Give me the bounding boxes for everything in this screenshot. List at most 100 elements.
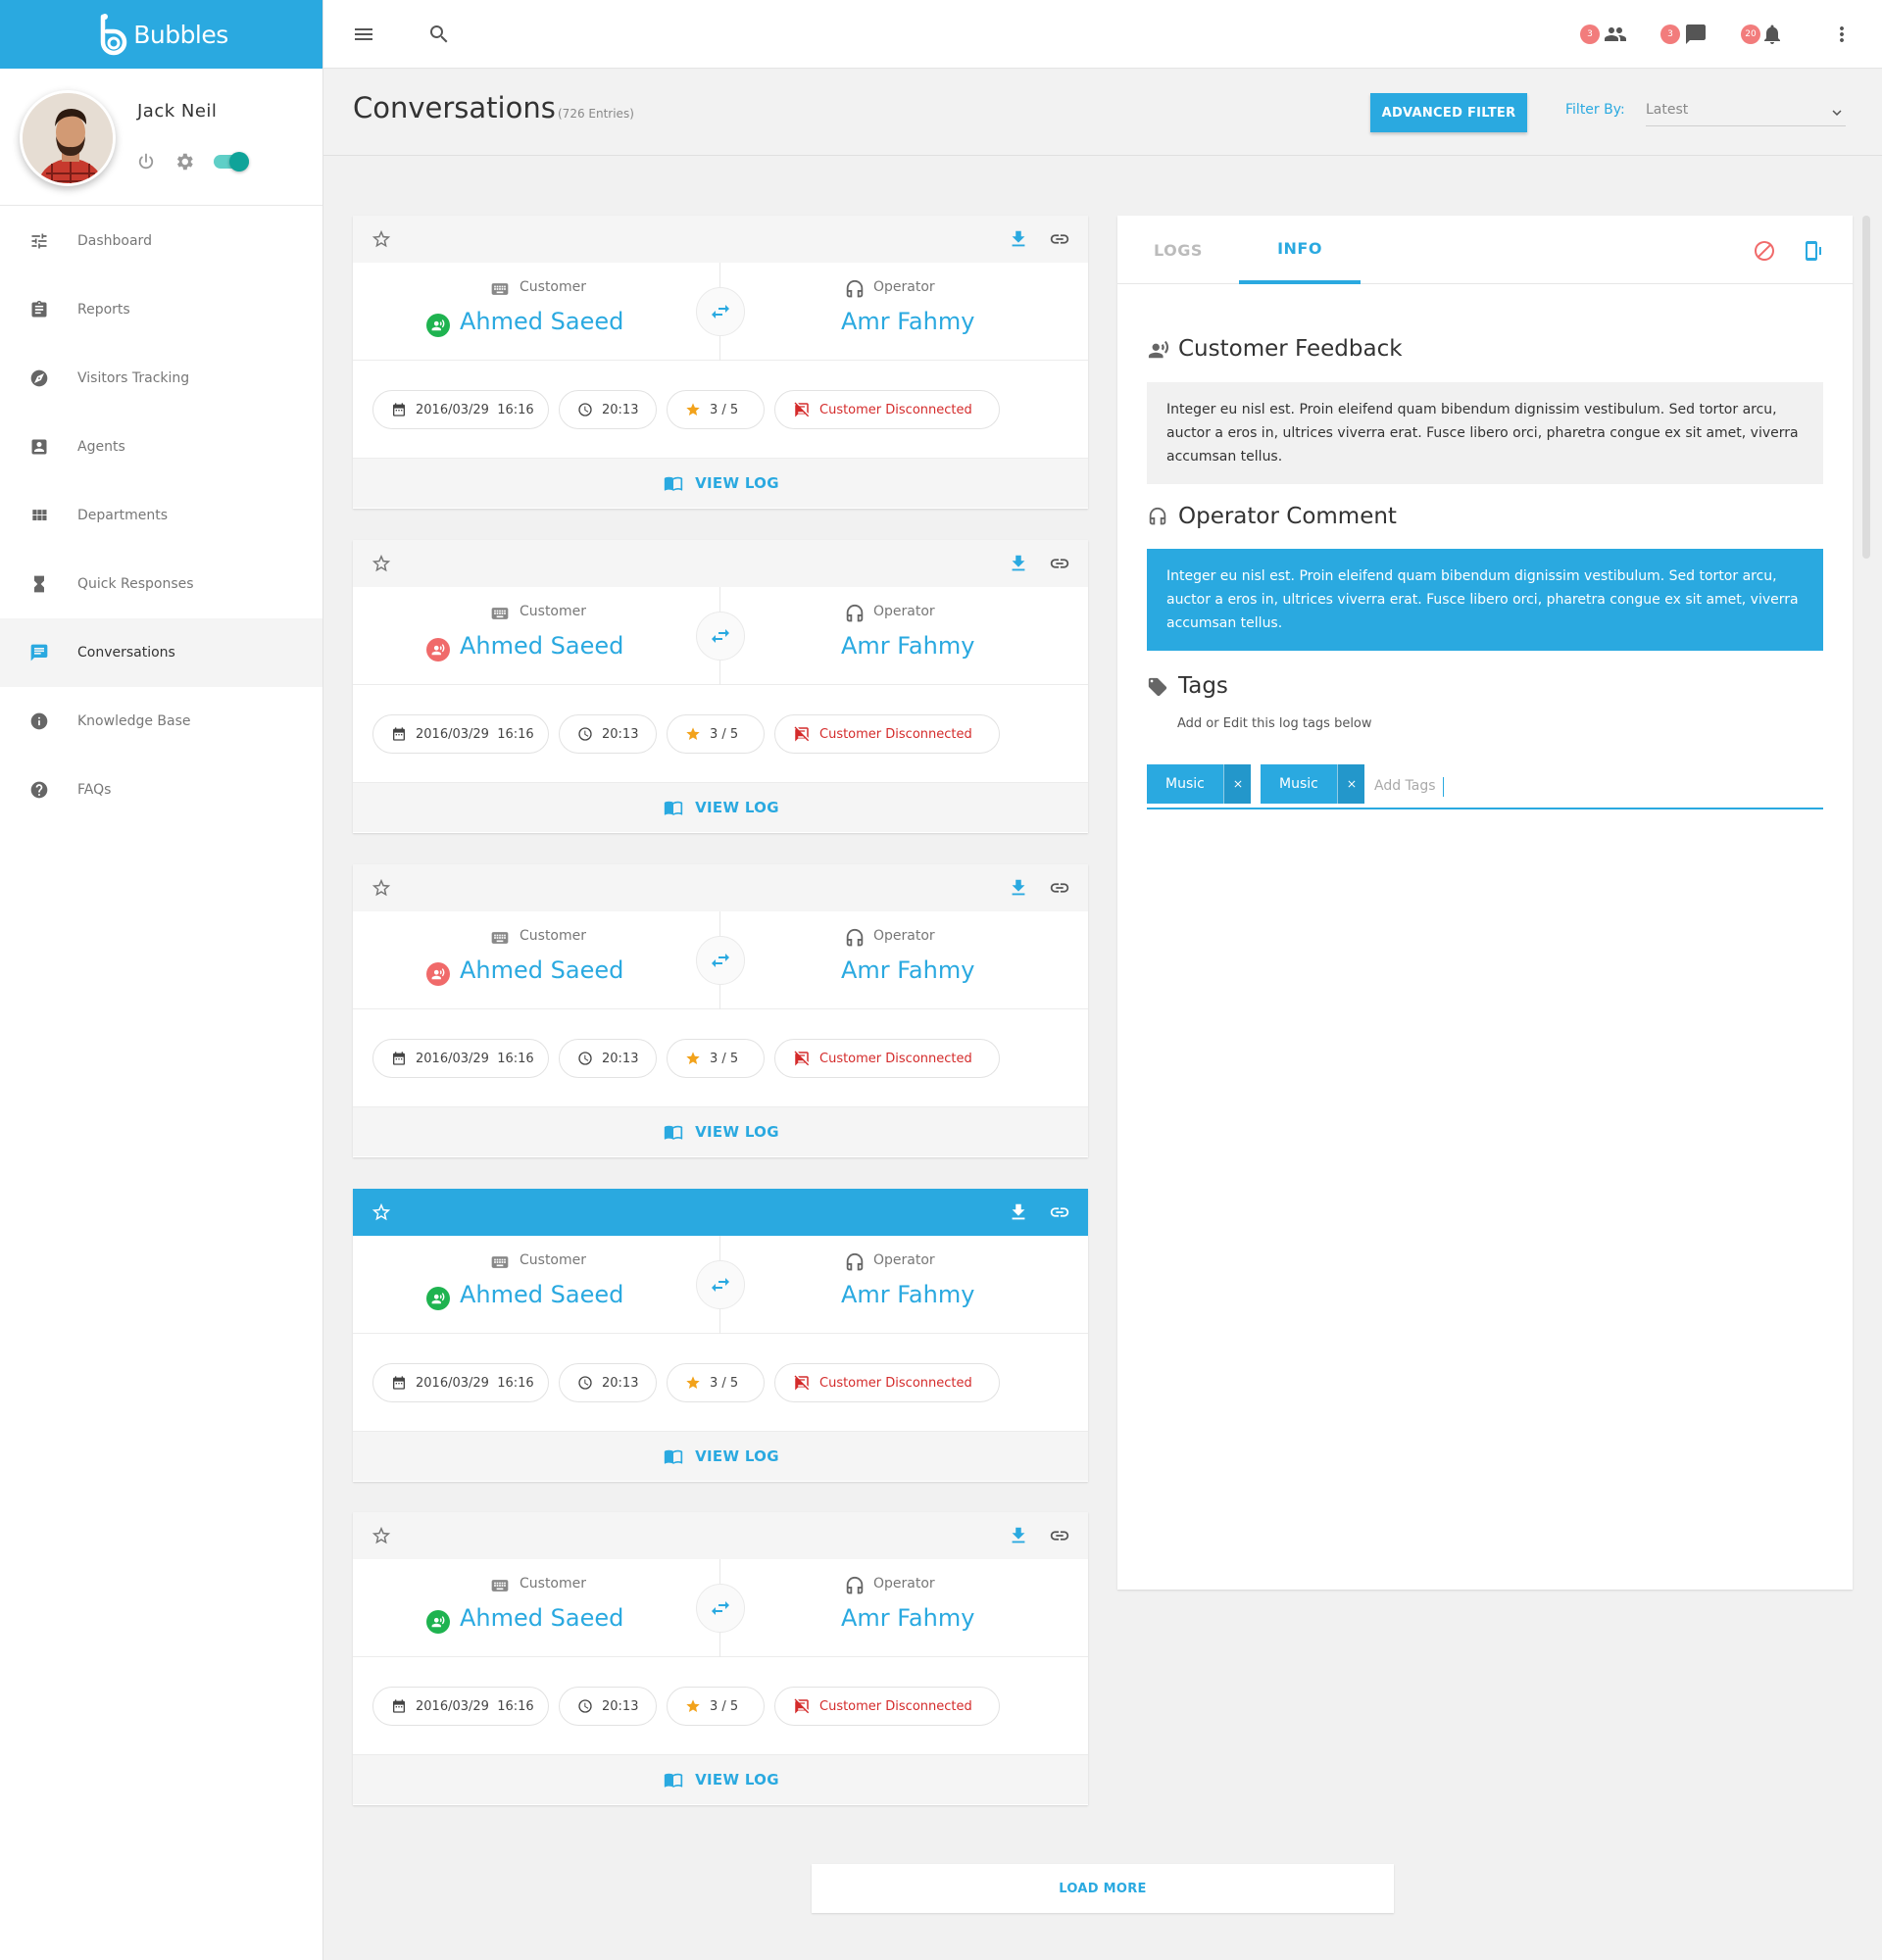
operator-name[interactable]: Amr Fahmy: [841, 632, 974, 660]
customer-name[interactable]: Ahmed Saeed: [460, 1604, 623, 1632]
sidebar-nav: Dashboard Reports Visitors Tracking Agen…: [0, 207, 322, 824]
rating-chip: 3 / 5: [667, 390, 765, 429]
customer-name[interactable]: Ahmed Saeed: [460, 632, 623, 660]
brand-header[interactable]: Bubbles: [0, 0, 322, 69]
swap-horiz-icon: [712, 1278, 729, 1292]
tag-remove-button[interactable]: [1337, 764, 1364, 804]
more-vert-icon[interactable]: [1830, 23, 1854, 46]
download-icon[interactable]: [1008, 1525, 1029, 1546]
star-outline-icon[interactable]: [371, 228, 392, 250]
operator-label: Operator: [873, 1252, 935, 1268]
search-icon[interactable]: [427, 23, 451, 46]
operator-label: Operator: [873, 279, 935, 295]
message-icon[interactable]: [1684, 23, 1708, 46]
sidebar-item-conversations[interactable]: Conversations: [0, 618, 322, 687]
customer-name[interactable]: Ahmed Saeed: [460, 308, 623, 335]
rating-text: 3 / 5: [710, 1375, 739, 1391]
sidebar-item-quick-responses[interactable]: Quick Responses: [0, 550, 322, 618]
hourglass-icon: [34, 575, 44, 593]
star-outline-icon[interactable]: [371, 877, 392, 899]
sidebar-item-reports[interactable]: Reports: [0, 275, 322, 344]
star-icon: [686, 1376, 700, 1389]
download-icon[interactable]: [1008, 228, 1029, 250]
chevron-down-icon: [1832, 110, 1842, 116]
customer-label: Customer: [520, 604, 587, 619]
view-log-button[interactable]: VIEW LOG: [353, 1432, 1088, 1481]
conversation-card[interactable]: Customer Ahmed Saeed Operator Amr Fahmy …: [353, 864, 1088, 1157]
sidebar-item-label: Knowledge Base: [77, 713, 191, 729]
star-outline-icon[interactable]: [371, 1201, 392, 1223]
customer-name[interactable]: Ahmed Saeed: [460, 956, 623, 984]
operator-name[interactable]: Amr Fahmy: [841, 1604, 974, 1632]
tab-logs[interactable]: LOGS: [1117, 216, 1239, 284]
conversation-info-panel: LOGS INFO Customer Feedback Integer eu n…: [1117, 216, 1853, 1590]
time-text: 16:16: [497, 726, 534, 742]
rating-text: 3 / 5: [710, 1698, 739, 1714]
power-icon[interactable]: [136, 152, 156, 172]
headset-icon: [846, 604, 864, 622]
view-log-button[interactable]: VIEW LOG: [353, 1107, 1088, 1156]
headset-icon: [846, 928, 864, 947]
tags-input[interactable]: Music Music Add Tags: [1147, 764, 1823, 809]
transfer-button[interactable]: [696, 1260, 745, 1309]
operator-name[interactable]: Amr Fahmy: [841, 1281, 974, 1308]
conversation-card[interactable]: Customer Ahmed Saeed Operator Amr Fahmy …: [353, 1512, 1088, 1805]
sidebar-item-faqs[interactable]: FAQs: [0, 756, 322, 824]
transfer-button[interactable]: [696, 287, 745, 336]
block-icon[interactable]: [1753, 239, 1776, 263]
download-icon[interactable]: [1008, 877, 1029, 899]
transfer-button[interactable]: [696, 936, 745, 985]
chat-disconnected-icon: [794, 726, 810, 742]
people-icon[interactable]: [1604, 23, 1627, 46]
sidebar-item-label: Conversations: [77, 645, 175, 661]
tags-placeholder[interactable]: Add Tags: [1374, 778, 1436, 794]
sidebar-item-visitors-tracking[interactable]: Visitors Tracking: [0, 344, 322, 413]
calendar-icon: [393, 1699, 405, 1713]
load-more-button[interactable]: LOAD MORE: [812, 1864, 1394, 1913]
download-icon[interactable]: [1008, 1201, 1029, 1223]
view-log-button[interactable]: VIEW LOG: [353, 783, 1088, 832]
conversation-card[interactable]: Customer Ahmed Saeed Operator Amr Fahmy …: [353, 216, 1088, 509]
view-log-label: VIEW LOG: [695, 1447, 779, 1465]
tag-label: Music: [1279, 776, 1318, 792]
conversation-card[interactable]: Customer Ahmed Saeed Operator Amr Fahmy …: [353, 540, 1088, 833]
avatar[interactable]: [20, 90, 116, 186]
sidebar-item-agents[interactable]: Agents: [0, 413, 322, 481]
card-participants: Customer Ahmed Saeed Operator Amr Fahmy: [353, 1236, 1088, 1334]
tab-info[interactable]: INFO: [1239, 216, 1361, 284]
filter-by-select[interactable]: Latest: [1646, 97, 1846, 126]
link-icon[interactable]: [1049, 877, 1070, 899]
link-icon[interactable]: [1049, 553, 1070, 574]
star-outline-icon[interactable]: [371, 553, 392, 574]
sidebar-item-departments[interactable]: Departments: [0, 481, 322, 550]
view-log-button[interactable]: VIEW LOG: [353, 459, 1088, 508]
gear-icon[interactable]: [173, 151, 195, 172]
sidebar-item-knowledge-base[interactable]: Knowledge Base: [0, 687, 322, 756]
link-icon[interactable]: [1049, 228, 1070, 250]
operator-name[interactable]: Amr Fahmy: [841, 308, 974, 335]
bell-icon[interactable]: [1760, 23, 1784, 46]
transfer-button[interactable]: [696, 612, 745, 661]
phone-vibrate-icon[interactable]: [1801, 239, 1824, 263]
sidebar-item-dashboard[interactable]: Dashboard: [0, 207, 322, 275]
download-icon[interactable]: [1008, 553, 1029, 574]
date-text: 2016/03/29: [416, 1051, 489, 1066]
star-outline-icon[interactable]: [371, 1525, 392, 1546]
status-chip: Customer Disconnected: [774, 1687, 1000, 1726]
menu-icon[interactable]: [352, 23, 375, 46]
link-icon[interactable]: [1049, 1525, 1070, 1546]
customer-name[interactable]: Ahmed Saeed: [460, 1281, 623, 1308]
sidebar-item-label: Reports: [77, 302, 130, 318]
advanced-filter-button[interactable]: ADVANCED FILTER: [1370, 93, 1527, 132]
link-icon[interactable]: [1049, 1201, 1070, 1223]
tag-remove-button[interactable]: [1223, 764, 1251, 804]
transfer-button[interactable]: [696, 1584, 745, 1633]
scrollbar[interactable]: [1862, 216, 1870, 559]
star-icon: [686, 1699, 700, 1712]
conversation-card[interactable]: Customer Ahmed Saeed Operator Amr Fahmy …: [353, 1189, 1088, 1482]
book-open-icon: [664, 1125, 683, 1140]
operator-name[interactable]: Amr Fahmy: [841, 956, 974, 984]
status-toggle[interactable]: [214, 152, 249, 172]
status-chip: Customer Disconnected: [774, 714, 1000, 754]
view-log-button[interactable]: VIEW LOG: [353, 1755, 1088, 1804]
